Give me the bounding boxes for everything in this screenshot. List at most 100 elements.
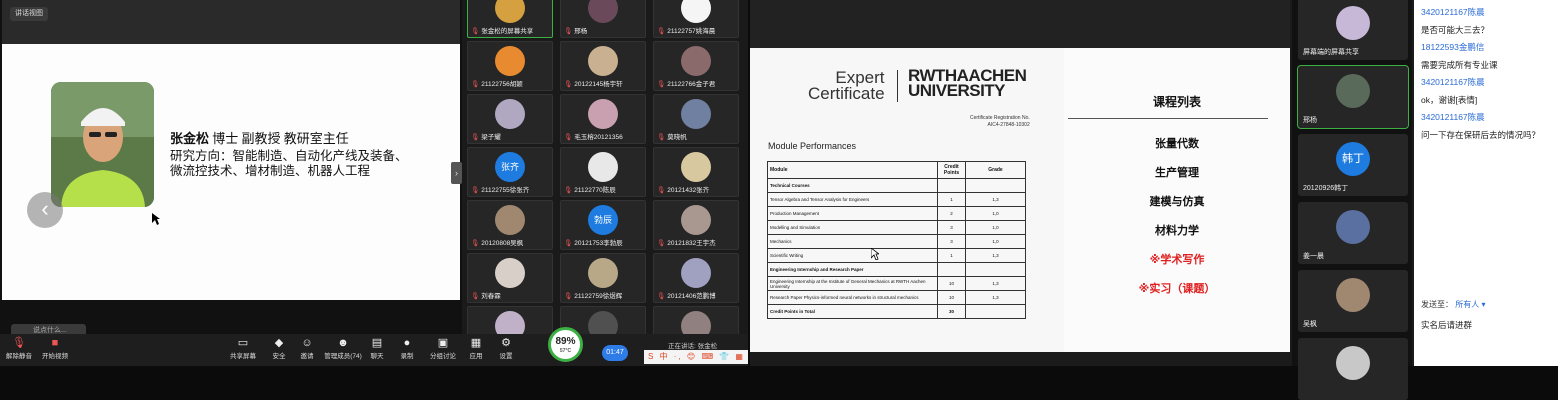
collapse-panel-tab[interactable]: ›	[451, 162, 462, 184]
avatar	[588, 99, 618, 129]
cpu-usage-widget[interactable]: 89% 57°C	[548, 327, 583, 362]
table-cell: 3	[937, 220, 966, 235]
shared-screen-topbar: 讲话视图	[2, 0, 460, 44]
avatar	[681, 205, 711, 235]
course-list-panel: 课程列表 张量代数 生产管理 建模与仿真 材料力学 ※学术写作 ※实习（课题）	[1064, 48, 1290, 352]
chat-panel: 3420121167陈晨 是否可能大三去？ 18122593金鹏信 需要完成所有专业课…	[1414, 0, 1558, 366]
gear-icon: ⚙	[501, 337, 511, 349]
module-table-body: Technical Courses Tensor Algebra and Tens…	[767, 178, 1026, 319]
unmute-button[interactable]: 🎙 解除静音	[2, 336, 36, 360]
participant-tile[interactable]: 🎙 20120808吴枫	[467, 200, 553, 250]
meeting-timer: 01:47	[602, 345, 628, 361]
participant-tile[interactable]: 🎙 毛玉榕20121356	[560, 94, 646, 144]
input-method-bar[interactable]: S 中 ·, 😊 ⌨ 👕 ▦	[644, 350, 748, 364]
mic-muted-icon: 🎙	[657, 81, 666, 88]
chat-sender[interactable]: 3420121167陈晨	[1421, 6, 1485, 18]
mic-muted-icon: 🎙	[471, 28, 480, 35]
participant-tile[interactable]: 🎙 刘春霖	[467, 253, 553, 303]
table-row: Technical Courses	[767, 178, 1026, 193]
participant-tile[interactable]: 🎙 21122770陈辰	[560, 147, 646, 197]
participant-tile[interactable]: 🎙 20122145杨宇轩	[560, 41, 646, 91]
participant-tile[interactable]: 勃辰 🎙 20121753李勃辰	[560, 200, 646, 250]
participant-tile[interactable]: 屏幕端的屏幕共享	[1298, 0, 1408, 60]
participant-tile[interactable]: 🎙 21122759徐煜辉	[560, 253, 646, 303]
participant-tile[interactable]: 🎙 莫晓帆	[653, 94, 739, 144]
participant-tile[interactable]: 🎙 邢杨	[560, 0, 646, 38]
table-cell: Research Paper Physics-informed neural n…	[767, 290, 938, 305]
mic-muted-icon: 🎙	[564, 240, 573, 247]
chat-input[interactable]: 实名后请进群	[1421, 319, 1472, 331]
participant-tile[interactable]: 吴枫	[1298, 270, 1408, 332]
table-cell: 1,0	[965, 206, 1026, 221]
manage-members-button[interactable]: ☻ 管理成员(74)	[324, 336, 362, 360]
share-screen-button[interactable]: ▭ 共享屏幕	[226, 336, 260, 360]
apps-icon: ▦	[470, 337, 482, 349]
settings-button[interactable]: ⚙ 设置	[489, 336, 523, 360]
avatar	[588, 0, 618, 23]
chat-sender[interactable]: 3420121167陈晨	[1421, 111, 1485, 123]
add-user-icon: ☺	[301, 337, 313, 349]
avatar	[495, 0, 525, 23]
logo-divider	[897, 70, 898, 102]
prev-slide-button[interactable]: ‹	[27, 192, 63, 228]
send-to-dropdown[interactable]: 所有人 ▾	[1455, 300, 1485, 309]
chat-sender[interactable]: 3420121167陈晨	[1421, 76, 1485, 88]
participant-tile[interactable]: 🎙 20121832王宇杰	[653, 200, 739, 250]
participant-tile[interactable]: 🎙 张金松的屏幕共享	[467, 0, 553, 38]
chat-message: 是否可能大三去？	[1421, 24, 1490, 35]
mouse-cursor-icon	[871, 248, 879, 260]
participant-tile[interactable]: 🎙 21122756胡颖	[467, 41, 553, 91]
course-item: 生产管理	[1155, 167, 1199, 179]
avatar: 张齐	[495, 152, 525, 182]
participant-grid: 🎙 张金松的屏幕共享 🎙 邢杨 🎙 21122757姚海晨 🎙 21122756胡颖 🎙 2012…	[462, 0, 748, 356]
mic-muted-icon: 🎙	[657, 187, 666, 194]
mic-muted-icon: 🎙	[471, 81, 480, 88]
apps-button[interactable]: ▦ 应用	[459, 336, 493, 360]
breakout-button[interactable]: ▣ 分组讨论	[426, 336, 460, 360]
mic-muted-icon: 🎙	[657, 293, 666, 300]
mic-muted-icon: 🎙	[471, 240, 480, 247]
participant-tile[interactable]: 🎙 20121406范鹏博	[653, 253, 739, 303]
avatar	[495, 205, 525, 235]
table-cell: 30	[937, 304, 966, 319]
participant-tile[interactable]: 🎙 20121432张齐	[653, 147, 739, 197]
table-cell: Technical Courses	[767, 178, 938, 193]
avatar	[681, 0, 711, 23]
professor-title: 博士 副教授 教研室主任	[209, 131, 349, 146]
chat-button[interactable]: ▤ 聊天	[360, 336, 394, 360]
participant-name: 🎙 20122145杨宇轩	[564, 81, 623, 88]
participant-tile[interactable]	[1298, 338, 1408, 400]
participant-tile[interactable]: 🎙 21122766金子君	[653, 41, 739, 91]
chat-icon: ▤	[371, 337, 383, 349]
table-row: Credit Points in Total 30	[767, 304, 1026, 319]
participant-tile[interactable]: 张齐 🎙 21122755徐张齐	[467, 147, 553, 197]
avatar	[1336, 278, 1370, 312]
mic-muted-icon: 🎙	[564, 187, 573, 194]
chat-sender[interactable]: 18122593金鹏信	[1421, 41, 1484, 53]
record-button[interactable]: ● 录制	[390, 336, 424, 360]
avatar: 勃辰	[588, 205, 618, 235]
members-icon: ☻	[337, 337, 349, 349]
professor-name-text: 张金松	[170, 131, 210, 146]
invite-button[interactable]: ☺ 邀请	[290, 336, 324, 360]
participant-tile[interactable]: 姜一晨	[1298, 202, 1408, 264]
table-header: Module	[767, 161, 938, 179]
table-row: Scientific Writing 1 1,3	[767, 248, 1026, 263]
participant-tile[interactable]: 🎙 梁子耀	[467, 94, 553, 144]
participant-name: 🎙 21122766金子君	[657, 81, 716, 88]
participant-tile[interactable]: 邢杨	[1297, 65, 1409, 129]
share-screen-icon: ▭	[237, 337, 249, 349]
active-speaker-label: 正在讲话: 张金松	[668, 343, 718, 350]
participant-tile[interactable]: 🎙 21122757姚海晨	[653, 0, 739, 38]
view-mode-badge[interactable]: 讲话视图	[10, 7, 48, 21]
module-performances-heading: Module Performances	[768, 141, 857, 151]
table-row: Engineering Internship at the Institute …	[767, 276, 1026, 291]
start-video-button[interactable]: ■ 开始视频	[38, 336, 72, 360]
participant-name: 🎙 20121432张齐	[657, 187, 710, 194]
participant-column: 屏幕端的屏幕共享 邢杨 韩丁 20120926韩丁 姜一晨 吴枫	[1292, 0, 1412, 400]
participant-name: 🎙 邢杨	[564, 28, 588, 35]
avatar	[588, 258, 618, 288]
participant-tile[interactable]: 韩丁 20120926韩丁	[1298, 134, 1408, 196]
table-cell: Modelling and Simulation	[767, 220, 938, 235]
avatar	[1336, 210, 1370, 244]
